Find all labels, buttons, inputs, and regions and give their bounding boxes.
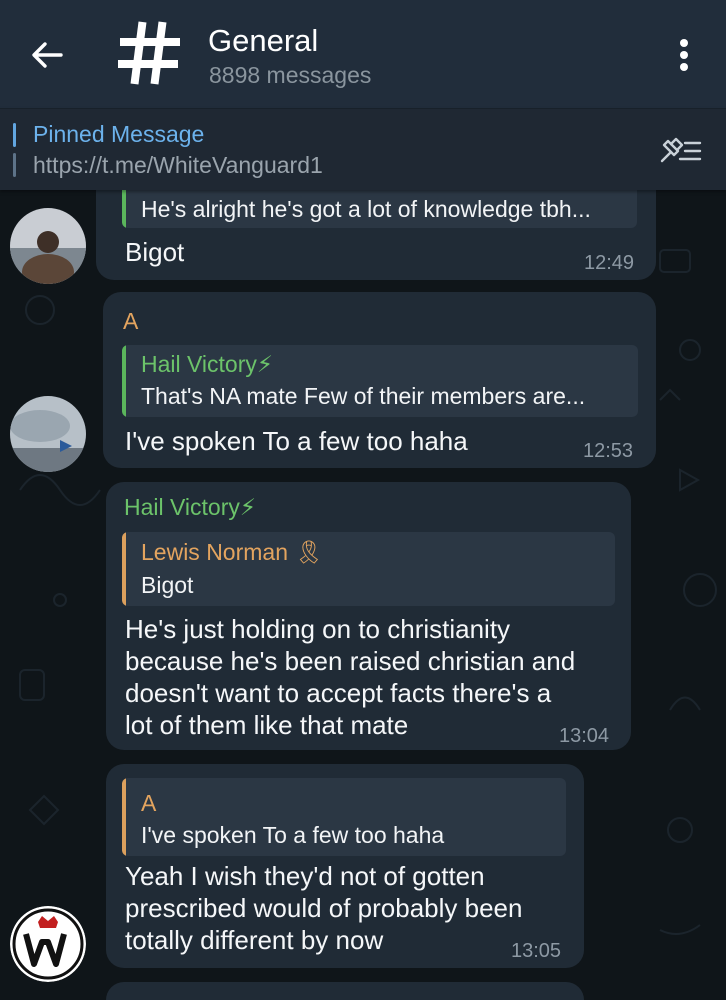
message-bubble-partial[interactable] [106,982,584,1000]
reply-bar [122,532,126,606]
message-bubble[interactable]: A I've spoken To a few too haha Yeah I w… [106,764,584,968]
message-text-line: lot of them like that mate [125,710,409,740]
channel-avatar[interactable] [118,20,180,86]
avatar[interactable] [10,396,86,472]
pinned-list-button[interactable] [656,131,706,171]
pinned-title: Pinned Message [33,121,205,147]
message-time: 13:05 [511,940,562,962]
reply-preview[interactable]: A I've spoken To a few too haha [122,778,566,856]
user-photo [10,208,86,284]
message-text-line: prescribed would of probably been [125,893,523,923]
message-text-line: Yeah I wish they'd not of gotten [125,861,485,891]
pinned-message-bar[interactable]: Pinned Message https://t.me/WhiteVanguar… [0,108,726,190]
sender-name[interactable]: A [123,308,138,335]
message-time: 12:49 [584,252,635,274]
reply-text: That's NA mate Few of their members are.… [141,383,586,409]
reply-text: I've spoken To a few too haha [141,822,445,848]
reply-bar [122,778,126,856]
telegram-chat-screen: General 8898 messages Pinned Message htt… [0,0,726,1000]
reply-sender-name: Lewis Norman 🎗 [141,539,324,565]
avatar[interactable] [10,208,86,284]
back-button[interactable] [22,30,72,80]
reply-text: He's alright he's got a lot of knowledge… [141,196,591,222]
message-time: 12:53 [583,440,634,462]
hash-icon [118,21,180,85]
pin-list-icon [660,137,702,163]
reply-preview[interactable]: Hail Victory⚡ That's NA mate Few of thei… [122,345,638,417]
avatar[interactable] [10,906,86,982]
message-text-line: because he's been raised christian and [125,646,576,676]
message-bubble[interactable]: He's alright he's got a lot of knowledge… [96,190,656,280]
arrow-left-icon [32,42,63,68]
message-text: Bigot [125,237,185,267]
user-photo [10,906,86,982]
reply-bar [122,190,126,228]
message-time: 13:04 [559,725,610,747]
pinned-link[interactable]: https://t.me/WhiteVanguard1 [33,152,323,179]
reply-sender-name: Hail Victory⚡ [141,351,274,377]
pinned-indicator [13,123,16,179]
user-photo [10,396,86,472]
reply-preview[interactable]: He's alright he's got a lot of knowledge… [122,190,637,228]
message-bubble[interactable]: Hail Victory⚡ Lewis Norman 🎗 Bigot He's … [106,482,631,750]
message-text: I've spoken To a few too haha [125,426,468,456]
chat-header: General 8898 messages [0,0,726,108]
reply-sender-name: A [141,790,157,816]
message-text-line: doesn't want to accept facts there's a [125,678,552,708]
message-text-line: He's just holding on to christianity [125,614,511,644]
chat-title[interactable]: General [208,23,318,59]
message-list[interactable]: He's alright he's got a lot of knowledge… [0,190,726,1000]
message-count: 8898 messages [209,62,372,88]
sender-name[interactable]: Hail Victory⚡ [124,494,256,521]
vertical-dots-icon [680,39,688,71]
more-menu-button[interactable] [666,32,702,78]
reply-text: Bigot [141,572,194,598]
message-text-line: totally different by now [125,925,384,955]
reply-bar [122,345,126,417]
message-bubble[interactable]: A Hail Victory⚡ That's NA mate Few of th… [103,292,656,468]
reply-preview[interactable]: Lewis Norman 🎗 Bigot [122,532,615,606]
